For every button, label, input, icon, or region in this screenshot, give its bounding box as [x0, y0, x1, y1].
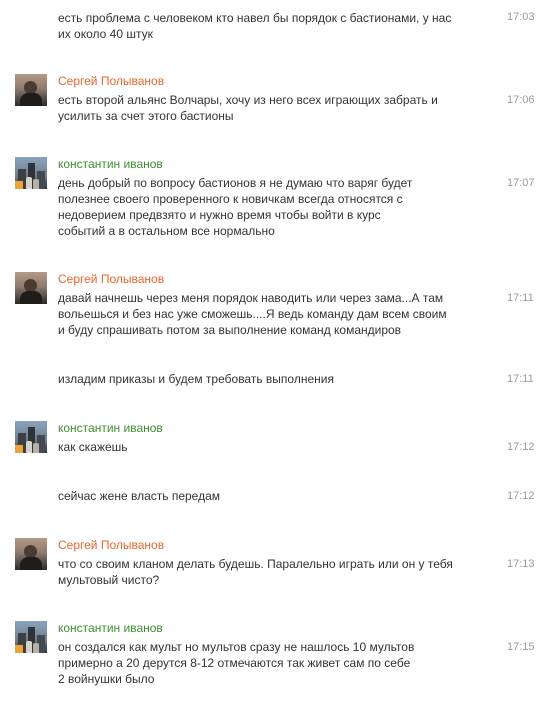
author-name[interactable]: Сергей Полыванов [58, 74, 164, 88]
message-time: 17:13 [507, 558, 535, 570]
message-time: 17:07 [507, 177, 535, 189]
message-time: 17:12 [507, 441, 535, 453]
author-name[interactable]: Сергей Полыванов [58, 272, 164, 286]
message-text: есть проблема с человеком кто навел бы п… [58, 10, 478, 42]
message-line: вольешься и без нас уже сможешь....Я вед… [58, 307, 447, 321]
message-line: их около 40 штук [58, 27, 153, 41]
message-line: как скажешь [58, 440, 128, 454]
message-line: событий а в остальном все нормально [58, 224, 275, 238]
message-text: день добрый по вопросу бастионов я не ду… [58, 175, 488, 239]
user-avatar-sunset-icon[interactable] [15, 74, 47, 106]
message-line: есть второй альянс Волчары, хочу из него… [58, 93, 438, 107]
message-1: есть проблема с человеком кто навел бы п… [0, 0, 547, 60]
message-line: 2 войнушки было [58, 672, 155, 686]
message-time: 17:15 [507, 641, 535, 653]
message-line: мультовый чисто? [58, 573, 160, 587]
message-line: недоверием предвзято и нужно время чтобы… [58, 208, 381, 222]
message-line: есть проблема с человеком кто навел бы п… [58, 11, 452, 25]
user-avatar-city-icon[interactable] [15, 421, 47, 453]
message-time: 17:06 [507, 94, 535, 106]
message-line: сейчас жене власть передам [58, 489, 221, 503]
author-name[interactable]: константин иванов [58, 621, 163, 635]
message-line: усилить за счет этого бастионы [58, 109, 234, 123]
message-line: что со своим кланом делать будешь. Парал… [58, 557, 453, 571]
message-line: примерно а 20 дерутся 8-12 отмечаются та… [58, 656, 411, 670]
message-line: и буду спрашивать потом за выполнение ко… [58, 323, 402, 337]
message-time: 17:11 [507, 292, 534, 304]
message-text: он создался как мульт но мультов сразу н… [58, 639, 488, 687]
author-name[interactable]: константин иванов [58, 157, 163, 171]
user-avatar-sunset-icon[interactable] [15, 272, 47, 304]
message-text: сейчас жене власть передам [58, 488, 478, 504]
user-avatar-city-icon[interactable] [15, 621, 47, 653]
author-name[interactable]: константин иванов [58, 421, 163, 435]
user-avatar-city-icon[interactable] [15, 157, 47, 189]
message-text: изладим приказы и будем требовать выполн… [58, 371, 478, 387]
message-line: он создался как мульт но мультов сразу н… [58, 640, 415, 654]
message-time: 17:11 [507, 373, 534, 385]
message-line: изладим приказы и будем требовать выполн… [58, 372, 334, 386]
message-time: 17:03 [507, 11, 535, 23]
message-text: давай начнешь через меня порядок наводит… [58, 290, 478, 338]
message-text: что со своим кланом делать будешь. Парал… [58, 556, 478, 588]
message-time: 17:12 [507, 490, 535, 502]
message-line: день добрый по вопросу бастионов я не ду… [58, 176, 413, 190]
author-name[interactable]: Сергей Полыванов [58, 538, 164, 552]
message-text: как скажешь [58, 439, 478, 455]
message-text: есть второй альянс Волчары, хочу из него… [58, 92, 478, 124]
message-line: давай начнешь через меня порядок наводит… [58, 291, 444, 305]
message-line: полезнее своего проверенного к новичкам … [58, 192, 403, 206]
user-avatar-sunset-icon[interactable] [15, 538, 47, 570]
